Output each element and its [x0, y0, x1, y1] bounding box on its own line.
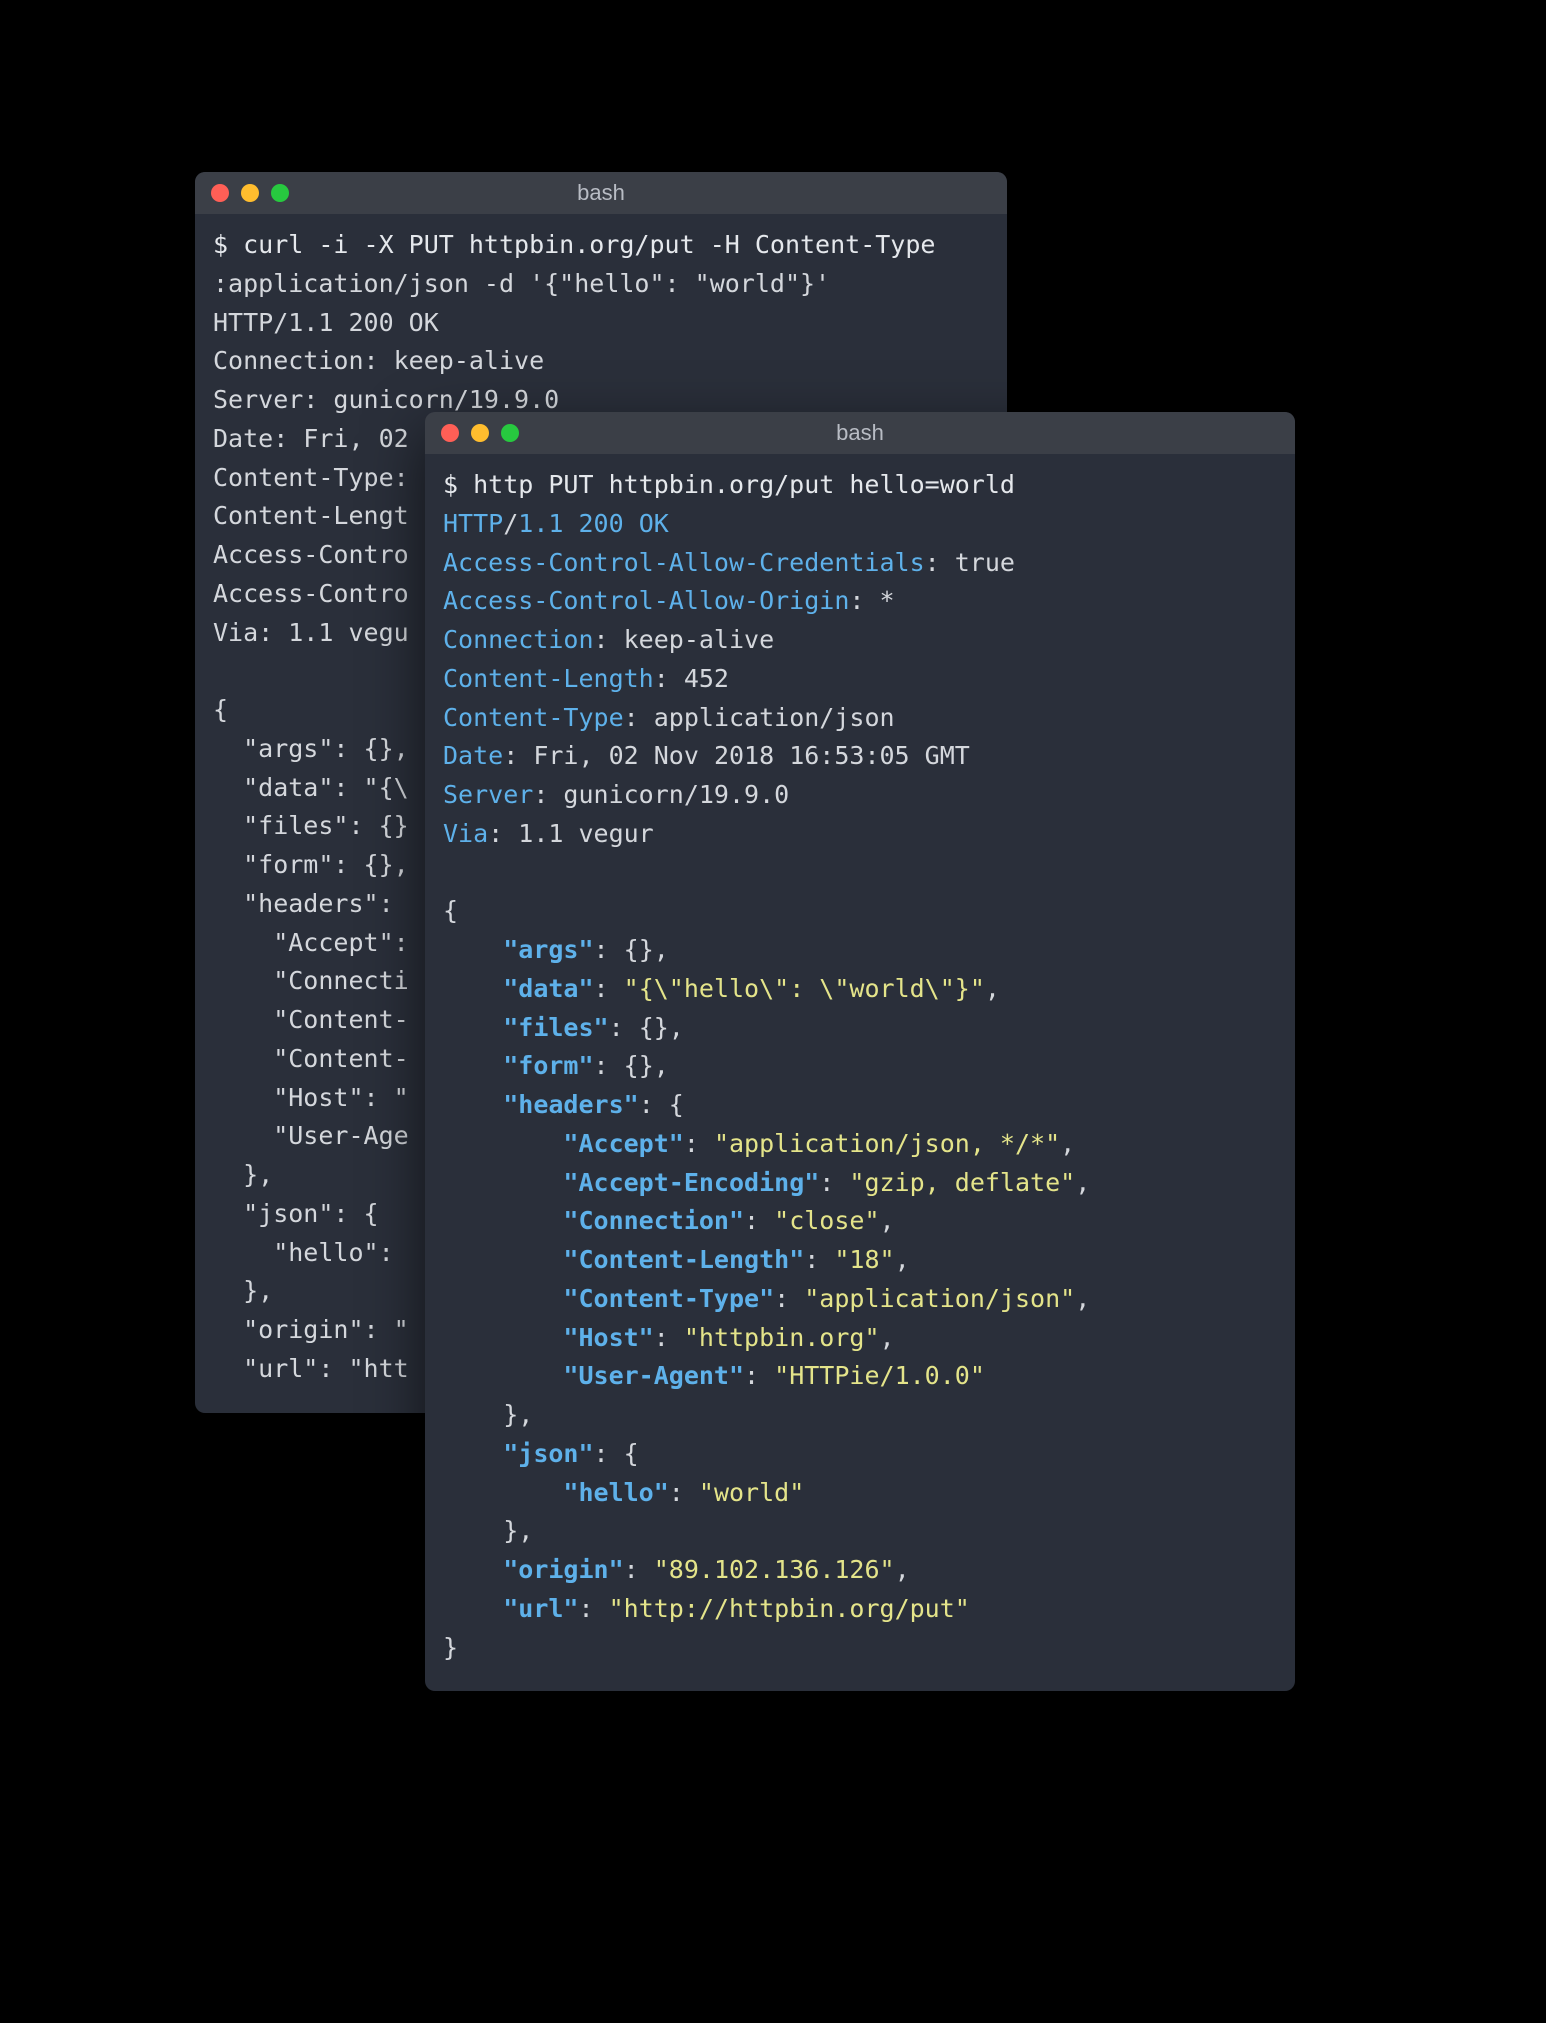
header-line: Access-Control-Allow-Credentials: true: [443, 548, 1015, 577]
command-line: $ http PUT httpbin.org/put hello=world: [443, 470, 1015, 499]
json-line: "json": {: [443, 1439, 639, 1468]
line: "url": "htt: [213, 1354, 409, 1383]
titlebar: bash: [425, 412, 1295, 454]
json-line: },: [443, 1400, 533, 1429]
json-close: }: [443, 1633, 458, 1662]
status-line: HTTP/1.1 200 OK: [443, 509, 669, 538]
terminal-window-front[interactable]: bash $ http PUT httpbin.org/put hello=wo…: [425, 412, 1295, 1691]
window-title: bash: [836, 420, 884, 446]
minimize-icon[interactable]: [471, 424, 489, 442]
line: Date: Fri, 02: [213, 424, 424, 453]
line: :application/json -d '{"hello": "world"}…: [213, 269, 830, 298]
line: Content-Type:: [213, 463, 424, 492]
json-line: "files": {},: [443, 1013, 684, 1042]
header-line: Connection: keep-alive: [443, 625, 774, 654]
line: $ curl -i -X PUT httpbin.org/put -H Cont…: [213, 230, 935, 259]
header-line: Content-Type: application/json: [443, 703, 895, 732]
line: "Accept":: [213, 928, 409, 957]
line: "Host": ": [213, 1083, 409, 1112]
json-line: "headers": {: [443, 1090, 684, 1119]
header-line: Date: Fri, 02 Nov 2018 16:53:05 GMT: [443, 741, 970, 770]
json-line: },: [443, 1516, 533, 1545]
titlebar: bash: [195, 172, 1007, 214]
header-line: Server: gunicorn/19.9.0: [443, 780, 789, 809]
header-line: Via: 1.1 vegur: [443, 819, 654, 848]
line: HTTP/1.1 200 OK: [213, 308, 439, 337]
traffic-lights: [211, 184, 289, 202]
json-line: "Accept": "application/json, */*",: [443, 1129, 1075, 1158]
terminal-content[interactable]: $ http PUT httpbin.org/put hello=world H…: [425, 454, 1295, 1691]
json-line: "Content-Length": "18",: [443, 1245, 910, 1274]
line: "Content-: [213, 1044, 409, 1073]
line: {: [213, 695, 228, 724]
line: "form": {},: [213, 850, 409, 879]
json-line: "origin": "89.102.136.126",: [443, 1555, 910, 1584]
close-icon[interactable]: [211, 184, 229, 202]
json-line: "Connection": "close",: [443, 1206, 895, 1235]
line: },: [213, 1160, 273, 1189]
json-line: "Host": "httpbin.org",: [443, 1323, 895, 1352]
line: },: [213, 1276, 273, 1305]
line: Access-Contro: [213, 579, 409, 608]
maximize-icon[interactable]: [271, 184, 289, 202]
line: "hello":: [213, 1238, 409, 1267]
minimize-icon[interactable]: [241, 184, 259, 202]
line: "Connecti: [213, 966, 409, 995]
line: "User-Age: [213, 1121, 409, 1150]
json-line: "args": {},: [443, 935, 669, 964]
json-line: "url": "http://httpbin.org/put": [443, 1594, 970, 1623]
json-line: "hello": "world": [443, 1478, 804, 1507]
json-line: "Content-Type": "application/json",: [443, 1284, 1090, 1313]
line: Content-Lengt: [213, 501, 409, 530]
line: "args": {},: [213, 734, 409, 763]
json-open: {: [443, 896, 458, 925]
window-title: bash: [577, 180, 625, 206]
traffic-lights: [441, 424, 519, 442]
maximize-icon[interactable]: [501, 424, 519, 442]
header-line: Content-Length: 452: [443, 664, 729, 693]
line: "json": {: [213, 1199, 379, 1228]
line: Connection: keep-alive: [213, 346, 544, 375]
line: Access-Contro: [213, 540, 409, 569]
line: "Content-: [213, 1005, 409, 1034]
line: "headers":: [213, 889, 409, 918]
header-line: Access-Control-Allow-Origin: *: [443, 586, 895, 615]
json-line: "Accept-Encoding": "gzip, deflate",: [443, 1168, 1090, 1197]
line: Via: 1.1 vegu: [213, 618, 409, 647]
json-line: "User-Agent": "HTTPie/1.0.0": [443, 1361, 985, 1390]
close-icon[interactable]: [441, 424, 459, 442]
json-line: "data": "{\"hello\": \"world\"}",: [443, 974, 1000, 1003]
line: "data": "{\: [213, 773, 409, 802]
json-line: "form": {},: [443, 1051, 669, 1080]
line: "origin": ": [213, 1315, 409, 1344]
line: "files": {}: [213, 811, 409, 840]
line: Server: gunicorn/19.9.0: [213, 385, 559, 414]
